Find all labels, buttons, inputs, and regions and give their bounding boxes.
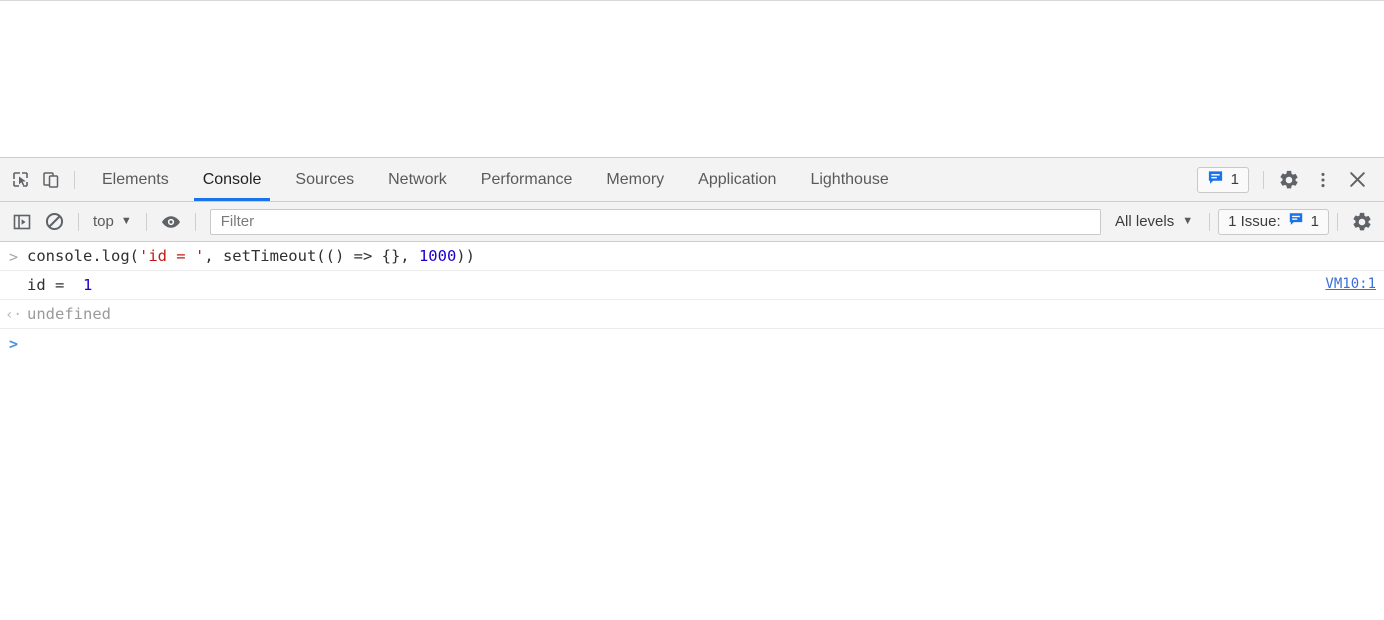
gear-icon[interactable]	[1272, 165, 1306, 195]
console-prompt-row[interactable]: >	[0, 329, 1384, 358]
code-token: ))	[456, 247, 475, 265]
log-label: id =	[27, 276, 74, 294]
tab-label: Console	[202, 170, 262, 188]
devtools-panel: Elements Console Sources Network Perform…	[0, 157, 1384, 620]
log-value: 1	[73, 276, 93, 294]
console-input-row[interactable]: > console.log('id = ', setTimeout(() => …	[0, 242, 1384, 271]
console-input-text: console.log('id = ', setTimeout(() => {}…	[27, 246, 475, 266]
code-token: , setTimeout(() => {},	[204, 247, 419, 265]
tab-label: Network	[388, 170, 447, 188]
tab-application[interactable]: Application	[681, 158, 793, 201]
message-gutter: >	[0, 246, 27, 267]
execution-context-selector[interactable]: top ▼	[87, 209, 138, 235]
issue-message-icon	[1207, 169, 1224, 191]
eye-icon[interactable]	[155, 208, 187, 236]
code-token: console.log(	[27, 247, 139, 265]
tab-lighthouse[interactable]: Lighthouse	[793, 158, 905, 201]
message-gutter	[0, 275, 27, 276]
toolbar-divider	[194, 212, 196, 231]
close-icon[interactable]	[1340, 165, 1374, 195]
issue-counter[interactable]: 1 Issue: 1	[1218, 208, 1329, 235]
tab-memory[interactable]: Memory	[589, 158, 681, 201]
source-link[interactable]: VM10:1	[1325, 276, 1376, 292]
toolbar-divider	[74, 170, 75, 189]
console-result-row[interactable]: ‹· undefined	[0, 300, 1384, 329]
device-toggle-icon[interactable]	[36, 165, 66, 195]
tab-elements[interactable]: Elements	[85, 158, 186, 201]
console-log-row[interactable]: id = 1 VM10:1	[0, 271, 1384, 300]
page-viewport	[0, 0, 1384, 157]
issue-counter-count: 1	[1310, 213, 1319, 230]
kebab-menu-icon[interactable]	[1306, 165, 1340, 195]
console-log-text: id = 1	[27, 275, 92, 295]
tabbar-right-controls: 1	[1196, 165, 1384, 195]
prompt-chevron-icon: >	[8, 335, 19, 353]
gear-icon[interactable]	[1346, 208, 1378, 236]
code-token-number: 1000	[418, 247, 457, 265]
log-level-selector[interactable]: All levels ▼	[1107, 209, 1201, 235]
message-gutter: ‹·	[0, 304, 27, 325]
tab-label: Application	[698, 170, 777, 188]
toolbar-divider	[1263, 170, 1264, 189]
tab-performance[interactable]: Performance	[464, 158, 590, 201]
toolbar-divider	[78, 212, 79, 231]
console-message-list[interactable]: > console.log('id = ', setTimeout(() => …	[0, 242, 1384, 620]
chevron-down-icon: ▼	[120, 215, 132, 227]
tab-sources[interactable]: Sources	[278, 158, 371, 201]
log-level-label: All levels	[1115, 213, 1175, 230]
tab-label: Lighthouse	[810, 170, 889, 188]
code-token-string: 'id = '	[138, 247, 205, 265]
issue-counter-text: 1 Issue:	[1228, 213, 1281, 230]
issues-badge-count: 1	[1230, 171, 1239, 188]
chevron-down-icon: ▼	[1182, 215, 1194, 227]
filter-input-wrapper[interactable]	[209, 208, 1102, 235]
toolbar-divider	[1209, 212, 1211, 231]
devtools-window: Elements Console Sources Network Perform…	[0, 0, 1384, 620]
tab-console[interactable]: Console	[186, 158, 279, 201]
issues-badge[interactable]: 1	[1196, 166, 1249, 193]
tab-network[interactable]: Network	[371, 158, 464, 201]
tab-label: Memory	[606, 170, 665, 188]
filter-input[interactable]	[218, 212, 1093, 231]
toolbar-divider	[1337, 212, 1338, 231]
tab-label: Elements	[102, 170, 169, 188]
inspect-cursor-icon[interactable]	[6, 165, 36, 195]
console-result-text: undefined	[27, 305, 111, 323]
clear-console-icon[interactable]	[38, 208, 70, 236]
toolbar-divider	[145, 212, 147, 231]
issue-message-icon	[1288, 211, 1304, 232]
console-sidebar-icon[interactable]	[6, 208, 38, 236]
arrow-left-icon: ‹·	[5, 307, 22, 323]
panel-tabs: Elements Console Sources Network Perform…	[85, 158, 906, 201]
chevron-right-icon: >	[8, 248, 19, 266]
message-gutter: >	[0, 333, 27, 354]
tab-label: Sources	[295, 170, 355, 188]
devtools-tabbar: Elements Console Sources Network Perform…	[0, 158, 1384, 202]
console-toolbar: top ▼ All levels ▼ 1 Iss	[0, 202, 1384, 242]
execution-context-label: top	[93, 213, 114, 230]
tab-label: Performance	[480, 170, 573, 188]
